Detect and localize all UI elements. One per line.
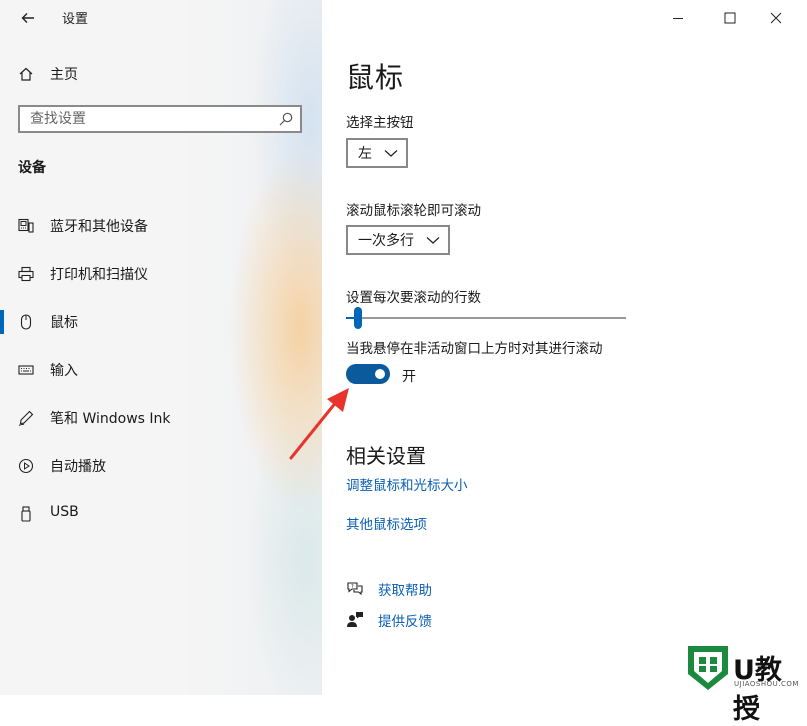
search-icon[interactable] (278, 111, 294, 127)
slider-track (346, 317, 626, 319)
sidebar-item-mouse[interactable]: 鼠标 (0, 298, 322, 346)
sidebar-item-label: 打印机和扫描仪 (50, 267, 148, 283)
window-title: 设置 (62, 12, 89, 27)
close-icon[interactable] (766, 8, 786, 28)
maximize-icon[interactable] (720, 8, 740, 28)
nav-home-label: 主页 (50, 67, 78, 83)
pen-icon (18, 410, 34, 426)
link-additional-mouse-options[interactable]: 其他鼠标选项 (346, 513, 427, 533)
lines-to-scroll-label: 设置每次要滚动的行数 (346, 290, 481, 306)
inactive-scroll-toggle[interactable] (346, 364, 390, 384)
home-icon (19, 67, 33, 81)
watermark-site: UJIAOSHOU.COM (734, 680, 799, 688)
get-help-label: 获取帮助 (378, 583, 432, 599)
related-settings-title: 相关设置 (346, 444, 426, 468)
search-input[interactable] (20, 110, 278, 128)
chevron-down-icon (426, 237, 440, 244)
feedback-icon (347, 612, 363, 627)
bluetooth-devices-icon (18, 218, 34, 233)
get-help-link[interactable]: ? 获取帮助 (346, 579, 432, 599)
nav-home[interactable]: 主页 (18, 63, 78, 85)
settings-content: 鼠标 选择主按钮 左 滚动鼠标滚轮即可滚动 一次多行 设置每次要滚动的行数 当我… (322, 0, 807, 695)
sidebar-item-label: USB (50, 504, 79, 520)
mouse-icon (20, 314, 32, 330)
sidebar-item-typing[interactable]: 输入 (0, 346, 322, 394)
primary-button-dropdown[interactable]: 左 (346, 138, 408, 168)
inactive-scroll-label: 当我悬停在非活动窗口上方时对其进行滚动 (346, 341, 603, 357)
sidebar-item-label: 自动播放 (50, 459, 106, 475)
sidebar-item-label: 笔和 Windows Ink (50, 411, 171, 427)
settings-sidebar: 设置 主页 设备 蓝牙和其他设备 (0, 0, 322, 695)
sidebar-item-pen[interactable]: 笔和 Windows Ink (0, 394, 322, 442)
sidebar-item-bluetooth[interactable]: 蓝牙和其他设备 (0, 202, 322, 250)
search-box[interactable] (18, 105, 302, 133)
sidebar-item-label: 蓝牙和其他设备 (50, 219, 148, 235)
wheel-scroll-dropdown[interactable]: 一次多行 (346, 225, 450, 255)
nav-list: 蓝牙和其他设备 打印机和扫描仪 鼠标 输入 笔和 Windows Ink 自动播… (0, 202, 322, 538)
feedback-link[interactable]: 提供反馈 (346, 610, 432, 630)
sidebar-item-autoplay[interactable]: 自动播放 (0, 442, 322, 490)
primary-button-label: 选择主按钮 (346, 115, 414, 131)
annotation-arrow-icon (289, 388, 349, 460)
chevron-down-icon (384, 150, 398, 157)
sidebar-item-printers[interactable]: 打印机和扫描仪 (0, 250, 322, 298)
sidebar-item-label: 输入 (50, 363, 78, 379)
wheel-scroll-value: 一次多行 (358, 233, 414, 249)
help-chat-icon: ? (347, 582, 363, 596)
lines-to-scroll-slider[interactable] (346, 307, 626, 329)
sidebar-item-usb[interactable]: USB (0, 490, 322, 538)
wheel-scroll-label: 滚动鼠标滚轮即可滚动 (346, 203, 481, 219)
toggle-knob (375, 369, 385, 379)
slider-thumb[interactable] (354, 307, 363, 329)
arrow-left-icon (21, 13, 34, 23)
autoplay-icon (18, 458, 34, 474)
selection-indicator (0, 310, 4, 334)
minimize-icon[interactable] (668, 8, 688, 28)
page-title: 鼠标 (346, 61, 405, 94)
link-mouse-cursor-size[interactable]: 调整鼠标和光标大小 (346, 474, 468, 494)
keyboard-icon (18, 365, 34, 375)
sidebar-item-label: 鼠标 (50, 315, 78, 331)
feedback-label: 提供反馈 (378, 614, 432, 630)
toggle-state-text: 开 (402, 369, 416, 385)
back-button[interactable] (16, 6, 40, 30)
primary-button-value: 左 (358, 146, 372, 162)
section-title: 设备 (18, 160, 46, 176)
svg-text:?: ? (351, 584, 354, 590)
usb-icon (21, 506, 31, 522)
printer-icon (18, 266, 34, 282)
